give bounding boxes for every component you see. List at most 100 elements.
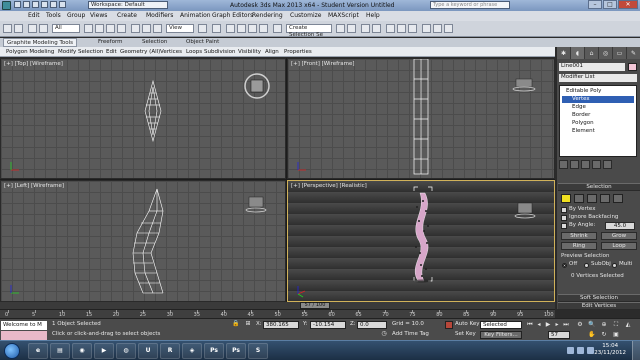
panel-subdivision[interactable]: Subdivision xyxy=(204,48,236,56)
window-crossing-icon[interactable] xyxy=(117,24,126,33)
remove-modifier-icon[interactable] xyxy=(592,160,601,169)
hierarchy-tab-icon[interactable]: ⌂ xyxy=(585,47,599,59)
panel-polygon-modeling[interactable]: Polygon Modeling xyxy=(6,48,54,56)
select-manipulate-icon[interactable] xyxy=(212,24,221,33)
maxscript-listener-field[interactable]: Welcome to M xyxy=(1,321,47,330)
by-angle-checkbox[interactable] xyxy=(561,223,567,229)
zoom-icon[interactable]: 🔍 xyxy=(588,321,596,329)
clock[interactable]: 15:04 23/11/2012 xyxy=(594,343,626,357)
riff-icon[interactable]: R xyxy=(160,343,180,359)
spinner-snap-icon[interactable] xyxy=(259,24,268,33)
previous-frame-icon[interactable]: ◂ xyxy=(535,321,543,329)
panel-modify-selection[interactable]: Modify Selection xyxy=(58,48,103,56)
viewcube-icon[interactable] xyxy=(245,196,267,213)
play-icon[interactable]: ▶ xyxy=(544,321,552,329)
z-coordinate-field[interactable]: 0.0 xyxy=(357,321,387,329)
scale-icon[interactable] xyxy=(153,24,162,33)
viewport-top[interactable]: [+] [Top] [Wireframe] xyxy=(0,58,286,179)
minimize-button[interactable]: – xyxy=(588,0,602,9)
redo-icon[interactable] xyxy=(14,24,23,33)
photoshop-icon[interactable]: Ps xyxy=(204,343,224,359)
x-coordinate-field[interactable]: 380.165 xyxy=(263,321,299,329)
preview-subobj-radio[interactable] xyxy=(584,263,589,268)
preview-off-radio[interactable] xyxy=(562,263,567,268)
ignore-backfacing-checkbox[interactable] xyxy=(561,215,567,221)
viewport-perspective[interactable]: [+] [Perspective] [Realistic] xyxy=(287,180,555,302)
undo-icon[interactable] xyxy=(3,24,12,33)
show-desktop-button[interactable] xyxy=(632,341,640,360)
edit-vertices-rollout-header[interactable]: Edit Vertices xyxy=(558,302,640,310)
firefox-icon[interactable]: ◍ xyxy=(116,343,136,359)
display-tab-icon[interactable]: ▭ xyxy=(613,47,627,59)
align-icon[interactable] xyxy=(347,24,356,33)
selection-rollout-header[interactable]: Selection xyxy=(558,183,640,191)
menu-customize[interactable]: Customize xyxy=(290,12,322,20)
field-of-view-icon[interactable]: ◭ xyxy=(624,321,632,329)
viewcube-icon[interactable] xyxy=(514,202,536,219)
angle-snap-icon[interactable] xyxy=(237,24,246,33)
vertex-mode-icon[interactable] xyxy=(561,194,571,203)
menu-tools[interactable]: Tools xyxy=(46,12,61,20)
viewcube-icon[interactable] xyxy=(512,78,536,92)
graphite-toggle-icon[interactable] xyxy=(372,24,381,33)
tray-volume-icon[interactable] xyxy=(577,347,584,354)
panel-align[interactable]: Align xyxy=(265,48,279,56)
panel-edit[interactable]: Edit xyxy=(106,48,117,56)
time-slider[interactable]: 57 / 100 xyxy=(0,302,555,309)
menu-views[interactable]: Views xyxy=(90,12,107,20)
app-logo-icon[interactable] xyxy=(2,1,11,10)
viewport-left[interactable]: [+] [Left] [Wireframe] xyxy=(0,180,286,302)
modify-tab-icon[interactable]: ◖ xyxy=(571,47,585,59)
redo-icon[interactable] xyxy=(50,1,57,8)
add-time-tag-button[interactable]: Add Time Tag xyxy=(392,331,429,338)
by-angle-spinner[interactable]: 45.0 xyxy=(605,222,635,230)
pivot-icon[interactable] xyxy=(198,24,207,33)
maximize-viewport-icon[interactable]: ▣ xyxy=(612,331,620,339)
select-object-icon[interactable] xyxy=(84,24,93,33)
menu-help[interactable]: Help xyxy=(366,12,380,20)
by-vertex-checkbox[interactable] xyxy=(561,207,567,213)
create-tab-icon[interactable]: ✱ xyxy=(557,47,571,59)
workspace-dropdown[interactable]: Workspace: Default xyxy=(88,1,168,9)
shrink-button[interactable]: Shrink xyxy=(561,232,597,240)
move-icon[interactable] xyxy=(131,24,140,33)
3ds-max-icon[interactable]: ◈ xyxy=(182,343,202,359)
object-name-field[interactable]: Line001 xyxy=(559,63,625,71)
tray-flag-icon[interactable] xyxy=(587,347,594,354)
save-icon[interactable] xyxy=(32,1,39,8)
y-coordinate-field[interactable]: -10.154 xyxy=(310,321,346,329)
panel-vertices[interactable]: Vertices xyxy=(160,48,182,56)
tab-object-paint[interactable]: Object Paint xyxy=(186,39,219,46)
motion-tab-icon[interactable]: ◎ xyxy=(599,47,613,59)
go-to-start-icon[interactable]: ⏮ xyxy=(526,321,534,329)
maximize-button[interactable]: □ xyxy=(603,0,617,9)
file-explorer-icon[interactable]: ▤ xyxy=(50,343,70,359)
chrome-icon[interactable]: ◉ xyxy=(72,343,92,359)
orbit-icon[interactable]: ↻ xyxy=(600,331,608,339)
menu-animation[interactable]: Animation xyxy=(180,12,211,20)
rotate-icon[interactable] xyxy=(142,24,151,33)
panel-geometry-all[interactable]: Geometry (All) xyxy=(120,48,160,56)
select-by-name-icon[interactable] xyxy=(95,24,104,33)
tray-network-icon[interactable] xyxy=(567,347,574,354)
stack-item-edge[interactable]: Edge xyxy=(572,104,586,111)
new-icon[interactable] xyxy=(14,1,21,8)
configure-modifier-sets-icon[interactable] xyxy=(603,160,612,169)
show-end-result-icon[interactable] xyxy=(570,160,579,169)
unlink-icon[interactable] xyxy=(39,24,48,33)
curve-editor-icon[interactable] xyxy=(386,24,395,33)
pan-icon[interactable]: ✋ xyxy=(588,331,596,339)
soft-selection-rollout-header[interactable]: Soft Selection xyxy=(558,294,640,302)
viewport-front[interactable]: [+] [Front] [Wireframe] xyxy=(287,58,555,179)
track-bar[interactable]: 0 5 10 15 20 25 30 35 40 45 50 55 60 65 70 75 80 85 90 95 10… xyxy=(0,309,555,318)
render-setup-icon[interactable] xyxy=(422,24,431,33)
next-frame-icon[interactable]: ▸ xyxy=(553,321,561,329)
zoom-extents-icon[interactable]: ⛶ xyxy=(612,321,620,329)
named-selection-sets-dropdown[interactable]: Create Selection Se xyxy=(286,24,332,38)
lock-selection-icon[interactable]: 🔒 xyxy=(232,320,240,328)
pin-stack-icon[interactable] xyxy=(559,160,568,169)
menu-rendering[interactable]: Rendering xyxy=(252,12,283,20)
time-config-icon[interactable]: ⚙ xyxy=(576,321,584,329)
media-player-icon[interactable]: ▶ xyxy=(94,343,114,359)
edit-named-selection-icon[interactable] xyxy=(273,24,282,33)
